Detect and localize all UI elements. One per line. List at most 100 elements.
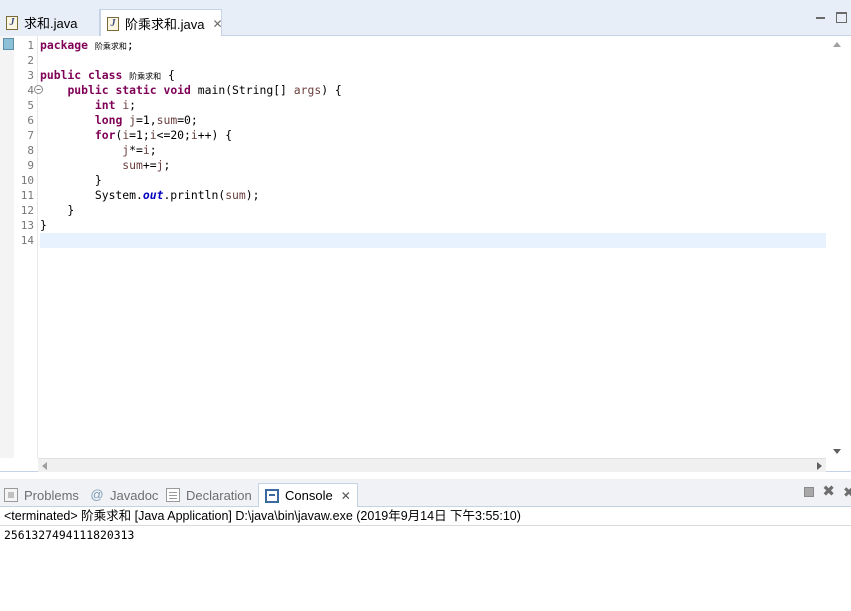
code-editor[interactable]: 1 2 3 4−5 6 7 8 9 10 11 12 13 14 package 阶乘求和; publi… <box>0 36 851 472</box>
vertical-scrollbar[interactable] <box>826 36 851 458</box>
minimize-icon[interactable] <box>815 12 826 23</box>
tab-declaration[interactable]: Declaration <box>166 484 252 506</box>
code-line: } <box>40 218 826 233</box>
close-icon[interactable]: ✕ <box>341 489 351 503</box>
code-token: } <box>40 218 47 232</box>
code-line: } <box>40 203 826 218</box>
horizontal-scrollbar[interactable] <box>38 458 826 472</box>
code-token: i <box>190 128 198 142</box>
code-token: main(String[] <box>190 83 294 97</box>
code-token: <=20; <box>156 128 191 142</box>
code-token: sum <box>225 188 246 202</box>
remove-all-icon[interactable]: ✖ <box>843 485 851 499</box>
code-token: { <box>161 68 175 82</box>
code-token: *= <box>129 143 143 157</box>
line-number: 14 <box>20 234 34 247</box>
line-number: 3 <box>27 69 34 82</box>
code-line: sum+=j; <box>40 158 826 173</box>
declaration-icon <box>166 488 180 502</box>
code-token: static <box>115 83 157 97</box>
editor-tab-bar: J 求和.java J 阶乘求和.java ✕ <box>0 0 851 37</box>
code-line <box>40 233 826 248</box>
scroll-right-icon[interactable] <box>817 462 822 470</box>
line-number: 11 <box>20 189 34 202</box>
line-number: 13 <box>20 219 34 232</box>
code-token: package <box>40 38 89 52</box>
code-token: .println( <box>163 188 226 202</box>
code-token: =1, <box>136 113 157 127</box>
tab-javadoc[interactable]: @ Javadoc <box>90 484 158 506</box>
code-token: ; <box>163 158 171 172</box>
code-token: i <box>142 143 150 157</box>
console-output[interactable]: 2561327494111820313 <box>0 527 851 611</box>
maximize-icon[interactable] <box>836 12 847 23</box>
code-line: for(i=1;i<=20;i++) { <box>40 128 826 143</box>
tab-label: Console <box>285 488 333 503</box>
code-token: ; <box>129 98 137 112</box>
line-number: 8 <box>27 144 34 157</box>
java-file-icon: J <box>6 15 18 30</box>
code-token: } <box>40 203 75 217</box>
editor-tab-label: 求和.java <box>24 16 78 31</box>
line-number: 7 <box>27 129 34 142</box>
editor-tab-label: 阶乘求和.java <box>125 17 205 32</box>
bookmark-icon <box>3 38 14 50</box>
problems-icon <box>4 488 18 502</box>
code-token: sum <box>156 113 178 127</box>
remove-launch-icon[interactable]: ✖ <box>822 484 835 499</box>
terminate-icon[interactable] <box>804 487 815 497</box>
code-token: out <box>142 188 164 202</box>
code-token: 阶乘求和 <box>94 42 127 51</box>
code-token: void <box>163 83 191 97</box>
code-line: } <box>40 173 826 188</box>
line-number: 12 <box>20 204 34 217</box>
annotation-ruler[interactable] <box>0 36 14 458</box>
code-token: ; <box>126 38 134 52</box>
scroll-down-icon[interactable] <box>833 449 841 454</box>
line-number: 2 <box>27 54 34 67</box>
line-number: 5 <box>27 99 34 112</box>
code-token: class <box>88 68 123 82</box>
code-token: j <box>129 113 137 127</box>
code-token: i <box>149 128 157 142</box>
code-token: int <box>94 98 116 112</box>
tab-problems[interactable]: Problems <box>4 484 79 506</box>
editor-tab-qiuhe[interactable]: J 求和.java <box>0 9 100 36</box>
editor-window-controls <box>815 12 847 23</box>
code-token: public <box>40 68 82 82</box>
scroll-up-icon[interactable] <box>833 42 841 47</box>
code-token: ; <box>149 143 157 157</box>
code-token: ++) { <box>197 128 233 142</box>
line-number: 4− <box>14 83 43 98</box>
line-number: 10 <box>20 174 34 187</box>
bottom-panel-tab-bar: Problems @ Javadoc Declaration Console ✕… <box>0 479 851 507</box>
code-token: =0; <box>177 113 198 127</box>
console-toolbar: ✖ ✖ <box>804 484 851 499</box>
code-line: package 阶乘求和; <box>40 38 826 53</box>
editor-tab-jiecheng-qiuhe[interactable]: J 阶乘求和.java ✕ <box>100 9 223 37</box>
code-token: for <box>94 128 116 142</box>
tab-label: Declaration <box>186 487 252 503</box>
close-icon[interactable]: ✕ <box>212 17 222 31</box>
scroll-left-icon[interactable] <box>42 462 47 470</box>
code-token: 阶乘求和 <box>129 72 162 81</box>
line-number: 6 <box>27 114 34 127</box>
code-token: ) { <box>321 83 342 97</box>
code-line: j*=i; <box>40 143 826 158</box>
code-line: int i; <box>40 98 826 113</box>
code-token: long <box>94 113 123 127</box>
tab-label: Problems <box>24 487 79 503</box>
tab-label: Javadoc <box>110 487 159 503</box>
tab-console[interactable]: Console ✕ <box>258 483 358 507</box>
code-line: long j=1,sum=0; <box>40 113 826 128</box>
code-token: += <box>142 158 157 172</box>
code-token: args <box>293 83 322 97</box>
editor-gutter: 1 2 3 4−5 6 7 8 9 10 11 12 13 14 <box>0 36 43 458</box>
code-text[interactable]: package 阶乘求和; public class 阶乘求和 { public… <box>40 38 826 248</box>
